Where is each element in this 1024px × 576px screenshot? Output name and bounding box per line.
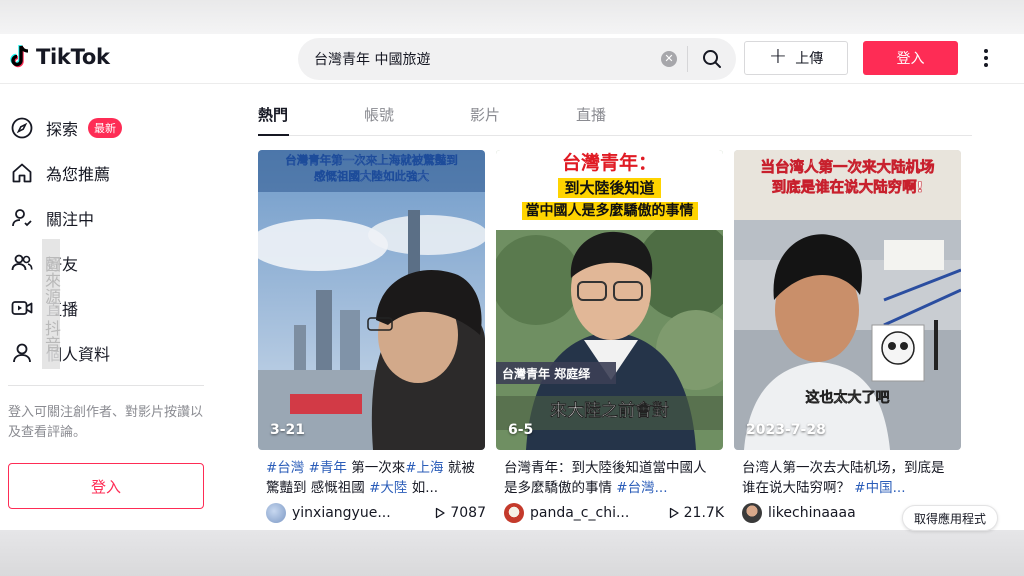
caption-text: 台灣青年：到大陸後知道當中國人是多麼驕傲的事情 bbox=[504, 460, 707, 496]
avatar[interactable] bbox=[266, 503, 286, 523]
username-link[interactable]: likechinaaaa bbox=[768, 505, 910, 521]
hashtag-link[interactable]: #台灣 bbox=[266, 460, 304, 476]
hashtag-link[interactable]: #台灣... bbox=[616, 480, 667, 496]
video-thumbnail[interactable]: 台灣青年： 到大陸後知道 當中國人是多麼驕傲的事情 台灣青年 郑庭绎 來大陸之前… bbox=[496, 150, 723, 450]
profile-icon bbox=[13, 343, 31, 363]
video-thumbnail[interactable]: 台灣青年第一次來上海就被驚豔到 感慨祖國大陸如此強大 3-21 bbox=[258, 150, 485, 450]
tab-accounts[interactable]: 帳號 bbox=[364, 104, 394, 136]
sidebar-login-button[interactable]: 登入 bbox=[8, 463, 204, 509]
video-date: 3-21 bbox=[270, 422, 306, 438]
video-subtitle: 这也太大了吧 bbox=[805, 390, 890, 407]
plus-icon: + bbox=[768, 44, 788, 69]
sidebar-item-explore[interactable]: 探索 最新 bbox=[10, 110, 123, 146]
view-count-value: 21.7K bbox=[683, 505, 724, 521]
tab-live[interactable]: 直播 bbox=[576, 104, 606, 136]
tab-videos[interactable]: 影片 bbox=[470, 104, 500, 136]
play-icon bbox=[669, 507, 679, 519]
hashtag-link[interactable]: #中国... bbox=[854, 480, 905, 496]
friends-icon bbox=[11, 254, 33, 271]
thumbnail-subtitle: 到底是谁在说大陆穷啊! bbox=[771, 180, 924, 197]
video-date: 6-5 bbox=[508, 422, 534, 438]
top-header: TikTok ✕ + 上傳 登入 bbox=[0, 34, 1024, 84]
sidebar-divider bbox=[8, 385, 204, 386]
thumbnail-title: 台灣青年： bbox=[561, 152, 657, 174]
search-input[interactable] bbox=[298, 51, 661, 67]
sidebar-item-label: 為您推薦 bbox=[46, 165, 111, 184]
hashtag-link[interactable]: #青年 bbox=[309, 460, 347, 476]
sidebar-item-following[interactable]: 關注中 bbox=[10, 200, 94, 236]
avatar[interactable] bbox=[504, 503, 524, 523]
view-count: 21.7K bbox=[668, 505, 724, 521]
source-overlay-text: 圖來源：抖音 bbox=[42, 239, 61, 369]
caption-text: 如... bbox=[407, 480, 439, 496]
search-icon bbox=[703, 50, 721, 68]
upload-button[interactable]: + 上傳 bbox=[744, 41, 848, 75]
following-icon bbox=[12, 209, 32, 227]
video-date: 2023-7-28 bbox=[746, 422, 826, 438]
video-card[interactable]: 当台湾人第一次来大陆机场 到底是谁在说大陆穷啊! 这也太大了吧 2023-7-2… bbox=[734, 150, 961, 523]
view-count-value: 7087 bbox=[450, 505, 486, 521]
login-hint: 登入可關注創作者、對影片按讚以及查看評論。 bbox=[8, 405, 204, 440]
sidebar-item-label: 關注中 bbox=[46, 210, 95, 229]
clear-search-icon[interactable]: ✕ bbox=[661, 51, 677, 67]
thumbnail-subtitle: 感慨祖國大陸如此強大 bbox=[314, 169, 429, 183]
home-icon bbox=[12, 163, 32, 183]
more-options-icon[interactable] bbox=[978, 46, 994, 70]
video-card[interactable]: 台灣青年： 到大陸後知道 當中國人是多麼驕傲的事情 台灣青年 郑庭绎 來大陸之前… bbox=[496, 150, 724, 523]
results-tabs: 熱門 帳號 影片 直播 bbox=[258, 104, 972, 136]
video-meta: yinxiangyue... 7087 bbox=[266, 503, 486, 523]
sidebar-item-label: 探索 bbox=[46, 120, 79, 139]
thumbnail-title: 台灣青年第一次來上海就被驚豔到 bbox=[285, 153, 458, 167]
caption-text: 第一次來 bbox=[346, 460, 406, 476]
sidebar: 探索 最新 為您推薦 關注中 好友 直播 個人資料 登入可關注創作者、對影片按讚… bbox=[0, 84, 220, 530]
thumbnail-subtitle-2: 當中國人是多麼驕傲的事情 bbox=[496, 202, 723, 220]
caption-text: 台湾人第一次去大陆机场，到底是谁在说大陆穷啊？ bbox=[742, 460, 945, 496]
thumbnail-line: 當中國人是多麼驕傲的事情 bbox=[521, 202, 698, 220]
thumbnail-subtitle: 到大陸後知道 bbox=[496, 178, 723, 198]
name-tag: 台灣青年 郑庭绎 bbox=[502, 367, 591, 381]
avatar[interactable] bbox=[742, 503, 762, 523]
active-tab-indicator bbox=[258, 134, 289, 136]
tiktok-note-icon bbox=[10, 45, 29, 68]
video-caption[interactable]: 台灣青年：到大陸後知道當中國人是多麼驕傲的事情 #台灣... bbox=[504, 458, 718, 498]
logo-text: TikTok bbox=[36, 45, 110, 69]
video-caption[interactable]: #台灣 #青年 第一次來#上海 就被驚豔到 感慨祖國 #大陸 如... bbox=[266, 458, 480, 498]
search-results: 熱門 帳號 影片 直播 台灣青年第一次來上海就被驚豔到 感慨祖國大陸如此強大 3… bbox=[240, 84, 1024, 530]
hashtag-link[interactable]: #大陸 bbox=[369, 480, 407, 496]
compass-icon bbox=[11, 117, 33, 139]
play-icon bbox=[436, 507, 446, 519]
video-meta: panda_c_chi... 21.7K bbox=[504, 503, 724, 523]
video-caption[interactable]: 台湾人第一次去大陆机场，到底是谁在说大陆穷啊？ #中国... bbox=[742, 458, 956, 498]
video-card[interactable]: 台灣青年第一次來上海就被驚豔到 感慨祖國大陸如此強大 3-21 #台灣 #青年 … bbox=[258, 150, 486, 523]
tab-top[interactable]: 熱門 bbox=[258, 104, 288, 136]
view-count: 7087 bbox=[434, 505, 486, 521]
thumbnail-line: 到大陸後知道 bbox=[558, 178, 661, 198]
sidebar-item-for-you[interactable]: 為您推薦 bbox=[10, 155, 110, 191]
video-subtitle: 來大陸之前會對 bbox=[550, 401, 669, 421]
search-button[interactable] bbox=[688, 38, 736, 80]
search-bar: ✕ bbox=[298, 38, 736, 80]
thumbnail-image bbox=[258, 150, 485, 450]
live-icon bbox=[11, 301, 33, 315]
username-link[interactable]: panda_c_chi... bbox=[530, 505, 662, 521]
video-thumbnail[interactable]: 当台湾人第一次来大陆机场 到底是谁在说大陆穷啊! 这也太大了吧 2023-7-2… bbox=[734, 150, 961, 450]
new-badge: 最新 bbox=[88, 118, 123, 138]
tiktok-logo[interactable]: TikTok bbox=[8, 44, 110, 70]
login-button[interactable]: 登入 bbox=[863, 41, 958, 75]
hashtag-link[interactable]: #上海 bbox=[405, 460, 443, 476]
upload-label: 上傳 bbox=[795, 51, 824, 67]
username-link[interactable]: yinxiangyue... bbox=[292, 505, 428, 521]
thumbnail-title: 当台湾人第一次来大陆机场 bbox=[760, 160, 935, 177]
get-app-button[interactable]: 取得應用程式 bbox=[902, 505, 998, 531]
